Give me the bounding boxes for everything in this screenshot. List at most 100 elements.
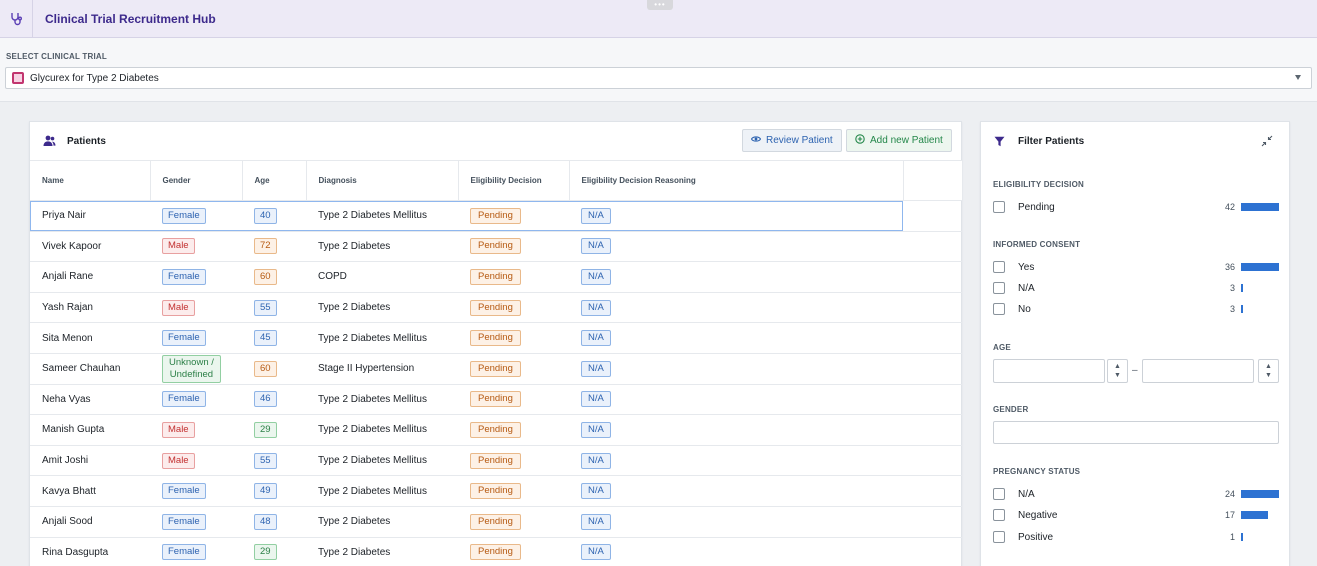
eligibility-filter-label: ELIGIBILITY DECISION xyxy=(993,180,1084,189)
table-row[interactable]: Sita Menon Female 45 Type 2 Diabetes Mel… xyxy=(30,322,962,354)
column-header-name[interactable]: Name xyxy=(30,160,151,201)
filter-option-count: 24 xyxy=(1224,489,1235,499)
reasoning-tag: N/A xyxy=(581,360,611,377)
decision-tag: Pending xyxy=(470,483,521,500)
caret-down-icon xyxy=(1295,75,1301,80)
filter-option-count: 1 xyxy=(1229,532,1235,542)
decision-tag: Pending xyxy=(470,207,521,224)
count-bar xyxy=(1241,511,1268,519)
checkbox[interactable] xyxy=(993,488,1005,500)
checkbox[interactable] xyxy=(993,509,1005,521)
filter-panel: Filter Patients ELIGIBILITY DECISION Pen… xyxy=(980,121,1290,566)
cell-name: Vivek Kapoor xyxy=(30,231,150,263)
decision-tag: Pending xyxy=(470,513,521,530)
cell-name: Anjali Rane xyxy=(30,261,150,293)
cell-name: Sameer Chauhan xyxy=(30,353,150,385)
table-row[interactable]: Yash Rajan Male 55 Type 2 Diabetes Pendi… xyxy=(30,292,962,324)
table-row[interactable]: Vivek Kapoor Male 72 Type 2 Diabetes Pen… xyxy=(30,231,962,263)
filter-option-label: Positive xyxy=(1018,531,1054,543)
age-min-input[interactable] xyxy=(993,359,1105,383)
cell-name: Anjali Sood xyxy=(30,506,150,538)
column-header-gender[interactable]: Gender xyxy=(150,160,243,201)
trial-select-dropdown[interactable]: Glycurex for Type 2 Diabetes xyxy=(5,67,1312,89)
gender-tag: Female xyxy=(162,544,206,561)
checkbox[interactable] xyxy=(993,261,1005,273)
checkbox[interactable] xyxy=(993,303,1005,315)
filter-option-pending[interactable]: Pending 42 xyxy=(993,199,1279,215)
minimize-icon[interactable] xyxy=(1261,135,1273,147)
table-row[interactable]: Priya Nair Female 40 Type 2 Diabetes Mel… xyxy=(30,200,962,232)
cell-name: Amit Joshi xyxy=(30,445,150,477)
people-icon xyxy=(43,134,57,148)
chevron-up-icon[interactable]: ▲ xyxy=(1265,362,1272,371)
checkbox[interactable] xyxy=(993,201,1005,213)
filter-option-count: 36 xyxy=(1224,262,1235,272)
column-header-age[interactable]: Age xyxy=(242,160,307,201)
cell-name: Priya Nair xyxy=(30,200,150,232)
table-row[interactable]: Manish Gupta Male 29 Type 2 Diabetes Mel… xyxy=(30,414,962,446)
filter-option-count: 42 xyxy=(1224,202,1235,212)
table-row[interactable]: Rina Dasgupta Female 29 Type 2 Diabetes … xyxy=(30,537,962,566)
filter-option-negative[interactable]: Negative 17 xyxy=(993,507,1279,523)
filter-option-label: Yes xyxy=(1018,261,1035,273)
filter-option-no[interactable]: No 3 xyxy=(993,301,1279,317)
age-tag: 45 xyxy=(254,330,277,347)
patients-table: Name Gender Age Diagnosis Eligibility De… xyxy=(30,160,963,566)
chevron-up-icon[interactable]: ▲ xyxy=(1114,362,1121,371)
chevron-down-icon[interactable]: ▼ xyxy=(1114,371,1121,380)
table-row[interactable]: Anjali Rane Female 60 COPD Pending N/A xyxy=(30,261,962,293)
cell-diagnosis: Type 2 Diabetes xyxy=(306,537,458,566)
checkbox[interactable] xyxy=(993,282,1005,294)
decision-tag: Pending xyxy=(470,299,521,316)
app-title: Clinical Trial Recruitment Hub xyxy=(45,11,216,26)
age-tag: 40 xyxy=(254,207,277,224)
table-row[interactable]: Sameer Chauhan Unknown / Undefined 60 Sta… xyxy=(30,353,962,385)
gender-tag: Male xyxy=(162,452,195,469)
age-max-input[interactable] xyxy=(1142,359,1254,383)
gender-filter-input[interactable] xyxy=(993,421,1279,444)
decision-tag: Pending xyxy=(470,238,521,255)
decision-tag: Pending xyxy=(470,268,521,285)
filter-option-yes[interactable]: Yes 36 xyxy=(993,259,1279,275)
trial-selector-label: SELECT CLINICAL TRIAL xyxy=(6,52,107,61)
gender-tag: Female xyxy=(162,207,206,224)
table-row[interactable]: Neha Vyas Female 46 Type 2 Diabetes Mell… xyxy=(30,384,962,416)
add-patient-button[interactable]: Add new Patient xyxy=(846,129,952,152)
count-bar xyxy=(1241,284,1243,292)
reasoning-tag: N/A xyxy=(581,299,611,316)
column-header-diagnosis[interactable]: Diagnosis xyxy=(306,160,459,201)
table-row[interactable]: Anjali Sood Female 48 Type 2 Diabetes Pe… xyxy=(30,506,962,538)
age-filter-label: AGE xyxy=(993,343,1011,352)
gender-tag: Male xyxy=(162,238,195,255)
age-tag: 48 xyxy=(254,513,277,530)
drag-handle-icon[interactable]: ••• xyxy=(647,0,673,10)
table-row[interactable]: Amit Joshi Male 55 Type 2 Diabetes Melli… xyxy=(30,445,962,477)
cell-diagnosis: Type 2 Diabetes xyxy=(306,506,458,538)
filter-option-na[interactable]: N/A 3 xyxy=(993,280,1279,296)
trial-select-value: Glycurex for Type 2 Diabetes xyxy=(30,72,159,84)
reasoning-tag: N/A xyxy=(581,391,611,408)
eye-icon xyxy=(750,135,762,146)
gender-tag: Female xyxy=(162,513,206,530)
stethoscope-icon[interactable] xyxy=(0,0,33,38)
filter-option-positive[interactable]: Positive 1 xyxy=(993,529,1279,545)
checkbox[interactable] xyxy=(993,531,1005,543)
filter-title: Filter Patients xyxy=(1018,135,1085,147)
filter-header: Filter Patients xyxy=(981,122,1289,160)
table-row[interactable]: Kavya Bhatt Female 49 Type 2 Diabetes Me… xyxy=(30,475,962,507)
column-header-eligibility-decision[interactable]: Eligibility Decision xyxy=(458,160,570,201)
age-max-stepper[interactable]: ▲ ▼ xyxy=(1258,359,1279,383)
gender-tag: Female xyxy=(162,268,206,285)
cell-name: Manish Gupta xyxy=(30,414,150,446)
age-tag: 55 xyxy=(254,299,277,316)
filter-option-label: N/A xyxy=(1018,282,1035,294)
age-tag: 60 xyxy=(254,360,277,377)
reasoning-tag: N/A xyxy=(581,544,611,561)
review-patient-button[interactable]: Review Patient xyxy=(742,129,842,152)
age-min-stepper[interactable]: ▲ ▼ xyxy=(1107,359,1128,383)
chevron-down-icon[interactable]: ▼ xyxy=(1265,371,1272,380)
filter-option-na[interactable]: N/A 24 xyxy=(993,486,1279,502)
column-header-eligibility-reasoning[interactable]: Eligibility Decision Reasoning xyxy=(569,160,904,201)
decision-tag: Pending xyxy=(470,330,521,347)
patients-panel: Patients Review Patient Add new Patient … xyxy=(29,121,963,566)
